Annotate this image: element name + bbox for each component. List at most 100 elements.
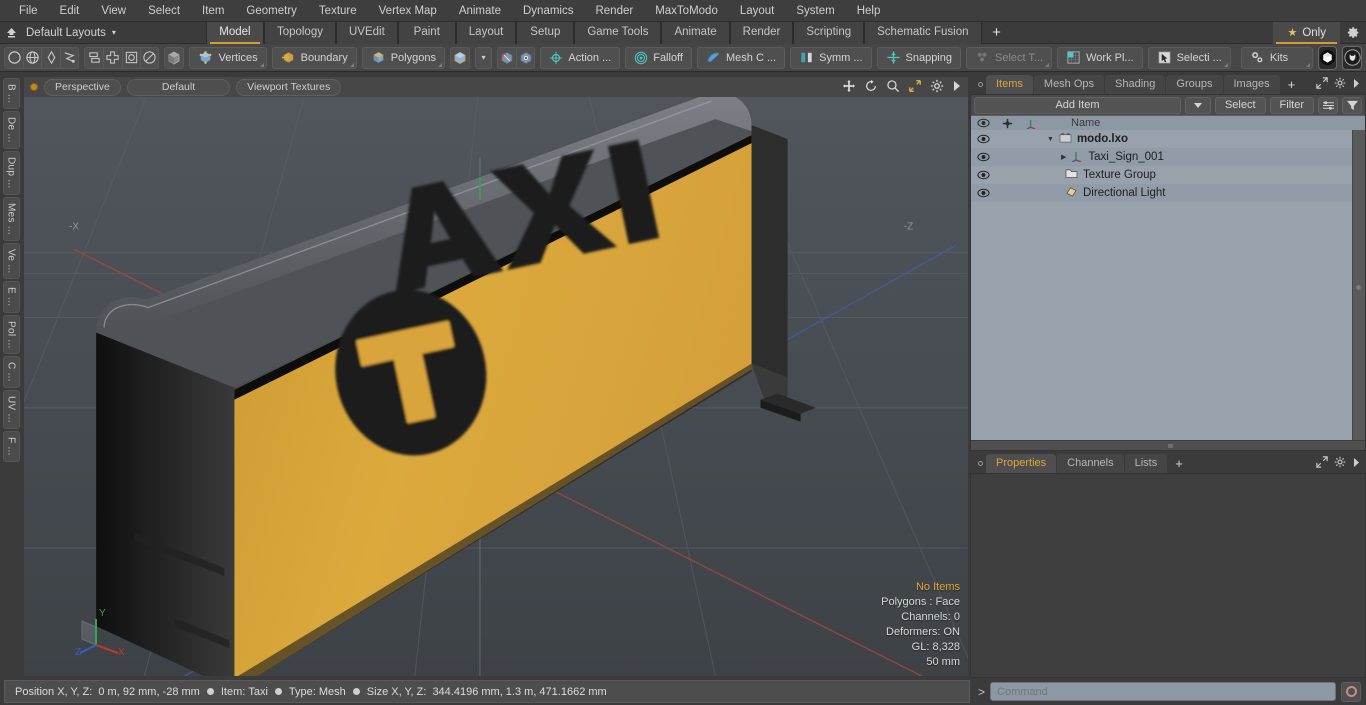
pivot-icon[interactable] — [498, 48, 516, 68]
vtab-fusion[interactable]: F ... — [2, 430, 20, 462]
mesh-row[interactable]: ▶ Taxi_Sign_001 — [1043, 150, 1164, 165]
expand-icon[interactable] — [1316, 456, 1328, 471]
tab-shading[interactable]: Shading — [1105, 75, 1166, 94]
viewport-indicator[interactable] — [30, 83, 38, 91]
list-item[interactable]: ▶ Taxi_Sign_001 — [971, 148, 1365, 166]
gear-icon[interactable] — [930, 79, 944, 96]
expander-icon[interactable]: ▼ — [1047, 136, 1054, 143]
light-row[interactable]: Directional Light — [1043, 186, 1165, 200]
action-center-button[interactable]: Action ... — [540, 46, 621, 69]
list-options-icon[interactable] — [1318, 96, 1338, 114]
vtab-basic[interactable]: B ... — [2, 78, 20, 110]
align-icon[interactable] — [85, 48, 103, 68]
menu-item-geometry[interactable]: Geometry — [235, 0, 308, 22]
items-list-horizontal-scrollbar[interactable] — [971, 440, 1365, 450]
funnel-icon[interactable] — [1342, 96, 1362, 114]
tab-model[interactable]: Model — [205, 21, 264, 44]
record-icon[interactable] — [1341, 681, 1361, 702]
panel-menu-dot[interactable] — [974, 75, 986, 94]
tab-uvedit[interactable]: UVEdit — [335, 21, 398, 44]
rotate-icon[interactable] — [864, 79, 878, 96]
shading-preset-button[interactable]: Default — [126, 78, 231, 96]
default-layouts-label[interactable]: Default Layouts — [22, 27, 110, 39]
items-list-vertical-scrollbar[interactable] — [1352, 130, 1365, 440]
play-icon[interactable] — [952, 80, 962, 95]
work-plane-button[interactable]: Work Pl... — [1057, 46, 1143, 69]
menu-item-texture[interactable]: Texture — [308, 0, 368, 22]
radial-icon[interactable] — [139, 47, 158, 68]
filter-button[interactable]: Filter — [1269, 96, 1314, 114]
select-through-button[interactable]: Select T... — [966, 46, 1053, 69]
select-button[interactable]: Select — [1214, 96, 1266, 114]
menu-item-render[interactable]: Render — [584, 0, 644, 22]
polygons-button[interactable]: Polygons — [361, 46, 445, 69]
scene-row[interactable]: ▼ modo.lxo — [1043, 132, 1128, 146]
arrow-right-icon[interactable] — [1352, 457, 1360, 471]
tab-setup[interactable]: Setup — [516, 21, 575, 44]
bound-icon[interactable] — [121, 47, 140, 68]
gear-icon[interactable] — [1340, 22, 1366, 44]
lasso-icon[interactable] — [59, 47, 78, 68]
gear-icon[interactable] — [1334, 456, 1346, 471]
tab-mesh-ops[interactable]: Mesh Ops — [1033, 75, 1105, 94]
menu-item-select[interactable]: Select — [137, 0, 191, 22]
menu-item-view[interactable]: View — [90, 0, 137, 22]
cube-icon[interactable] — [165, 48, 183, 68]
tab-groups[interactable]: Groups — [1166, 75, 1223, 94]
collapse-icon[interactable] — [0, 22, 22, 44]
vtab-uv[interactable]: UV ... — [2, 390, 20, 429]
command-input[interactable] — [990, 682, 1336, 701]
menu-item-maxtomodo[interactable]: MaxToModo — [644, 0, 729, 22]
globe-icon[interactable] — [23, 47, 41, 68]
fit-icon[interactable] — [908, 79, 922, 96]
arrow-right-icon[interactable] — [1352, 78, 1360, 92]
modo-logo-icon[interactable] — [1317, 45, 1338, 70]
visibility-toggle[interactable] — [971, 152, 995, 162]
list-item[interactable]: Directional Light — [971, 184, 1365, 202]
menu-item-system[interactable]: System — [785, 0, 845, 22]
menu-item-dynamics[interactable]: Dynamics — [512, 0, 584, 22]
menu-item-animate[interactable]: Animate — [448, 0, 512, 22]
center-pivot-icon[interactable] — [516, 47, 534, 68]
vtab-edge[interactable]: E ... — [2, 281, 20, 313]
vtab-curve[interactable]: C ... — [2, 356, 20, 389]
pen-icon[interactable] — [41, 47, 59, 68]
add-item-dropdown[interactable] — [1184, 96, 1211, 114]
display-mode-button[interactable]: Viewport Textures — [236, 78, 342, 96]
selection-mode-dropdown[interactable]: ▾ — [475, 46, 492, 69]
tab-images[interactable]: Images — [1223, 75, 1280, 94]
tab-items[interactable]: Items — [986, 75, 1033, 94]
kits-button[interactable]: Kits — [1240, 46, 1313, 69]
tab-schematic-fusion[interactable]: Schematic Fusion — [864, 21, 982, 44]
tab-animate[interactable]: Animate — [661, 21, 730, 44]
vtab-vertex[interactable]: Ve ... — [2, 242, 20, 280]
snapping-button[interactable]: Snapping — [876, 46, 961, 69]
center-icon[interactable] — [103, 47, 121, 68]
visibility-toggle[interactable] — [971, 170, 995, 180]
list-item[interactable]: ▼ modo.lxo — [971, 130, 1365, 148]
tab-render[interactable]: Render — [729, 21, 794, 44]
texture-group-row[interactable]: Texture Group — [1043, 168, 1156, 182]
viewport-canvas[interactable]: -X -Z — [24, 77, 968, 676]
properties-panel-body[interactable] — [970, 473, 1366, 678]
circle-icon[interactable] — [5, 48, 23, 68]
gear-icon[interactable] — [1334, 77, 1346, 92]
items-list[interactable]: ▼ modo.lxo ▶ Taxi_Sign_001 Texture Group… — [971, 130, 1365, 440]
vtab-deform[interactable]: De ... — [2, 111, 20, 149]
unreal-logo-icon[interactable] — [1342, 45, 1363, 70]
vtab-mesh-edit[interactable]: Mes ... — [2, 196, 20, 241]
add-panel-tab-button[interactable]: + — [1281, 75, 1303, 94]
view-mode-button[interactable]: Perspective — [44, 78, 121, 96]
tab-lists[interactable]: Lists — [1124, 454, 1168, 473]
menu-item-edit[interactable]: Edit — [49, 0, 91, 22]
only-button[interactable]: ★ Only — [1273, 21, 1340, 44]
chevron-down-icon[interactable]: ▾ — [112, 28, 116, 37]
expander-icon[interactable]: ▶ — [1061, 153, 1066, 161]
vtab-polygon[interactable]: Pol ... — [2, 314, 20, 355]
mesh-constraint-button[interactable]: Mesh C ... — [696, 46, 786, 69]
tab-properties[interactable]: Properties — [986, 454, 1057, 473]
tab-layout[interactable]: Layout — [455, 21, 517, 44]
expand-icon[interactable] — [1316, 77, 1328, 92]
visibility-toggle[interactable] — [971, 134, 995, 144]
vtab-duplicate[interactable]: Dup ... — [2, 151, 20, 195]
